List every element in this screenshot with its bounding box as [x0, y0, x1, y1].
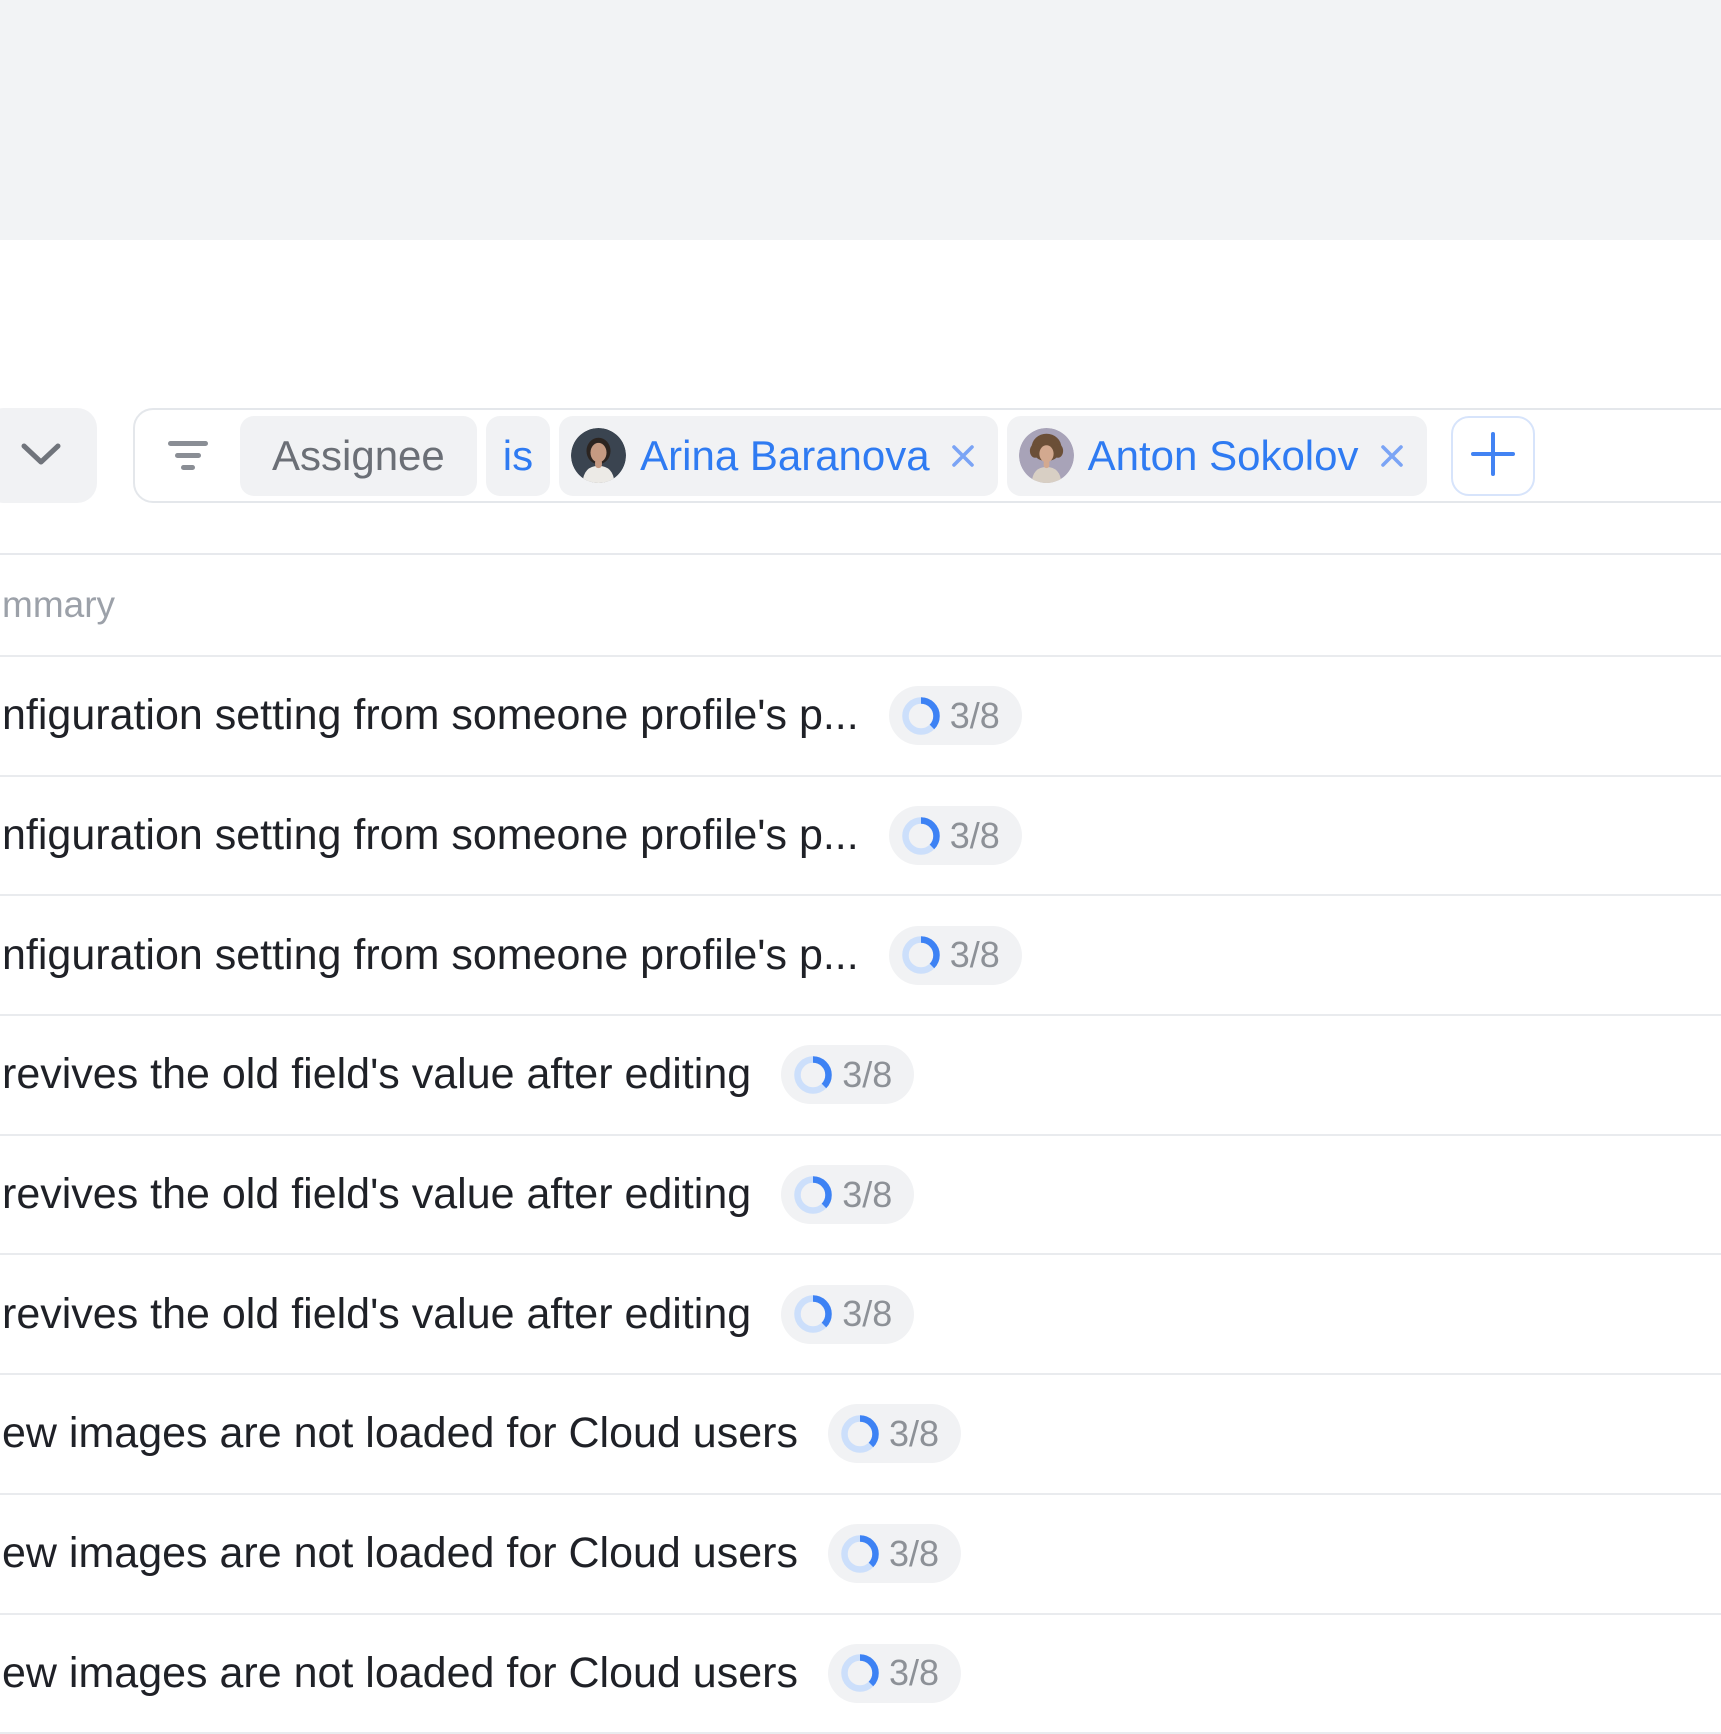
issue-summary: revives the old field's value after edit…	[2, 1050, 751, 1099]
subtasks-progress-badge: 3/8	[828, 1404, 961, 1463]
issue-summary: nfiguration setting from someone profile…	[2, 931, 859, 980]
table-header-summary-column[interactable]: mmary	[0, 555, 1721, 657]
collapse-filters-button[interactable]	[0, 408, 97, 503]
summary-column-label: mmary	[2, 584, 115, 626]
filter-value-label: Anton Sokolov	[1088, 432, 1359, 480]
issue-row[interactable]: nfiguration setting from someone profile…	[0, 657, 1721, 777]
remove-filter-value-icon[interactable]	[1377, 441, 1407, 471]
issue-summary: nfiguration setting from someone profile…	[2, 811, 859, 860]
progress-ring-icon	[902, 697, 940, 735]
avatar-arina-baranova	[571, 428, 626, 483]
progress-ring-icon	[902, 936, 940, 974]
filter-operator-chip[interactable]: is	[486, 416, 550, 496]
filter-value-label: Arina Baranova	[640, 432, 930, 480]
subtasks-progress-badge: 3/8	[781, 1045, 914, 1104]
avatar-anton-sokolov	[1019, 428, 1074, 483]
filter-value-chip-arina-baranova[interactable]: Arina Baranova	[559, 416, 998, 496]
add-filter-button[interactable]	[1451, 416, 1535, 496]
filter-field-chip-assignee[interactable]: Assignee	[240, 416, 477, 496]
issue-summary: revives the old field's value after edit…	[2, 1290, 751, 1339]
progress-label: 3/8	[950, 695, 1000, 737]
subtasks-progress-badge: 3/8	[889, 926, 1022, 985]
progress-label: 3/8	[889, 1533, 939, 1575]
subtasks-progress-badge: 3/8	[781, 1285, 914, 1344]
filter-query-field[interactable]: Assignee is Arina Baranova	[133, 408, 1721, 503]
progress-label: 3/8	[889, 1413, 939, 1455]
filter-lines-icon	[167, 440, 209, 472]
filter-value-chip-anton-sokolov[interactable]: Anton Sokolov	[1007, 416, 1427, 496]
progress-ring-icon	[841, 1535, 879, 1573]
issues-table: mmary nfiguration setting from someone p…	[0, 553, 1721, 1734]
issue-row[interactable]: revives the old field's value after edit…	[0, 1136, 1721, 1256]
issue-summary: nfiguration setting from someone profile…	[2, 691, 859, 740]
filter-operator-label: is	[503, 432, 533, 480]
subtasks-progress-badge: 3/8	[781, 1165, 914, 1224]
progress-label: 3/8	[842, 1293, 892, 1335]
chevron-down-icon	[19, 441, 63, 470]
issue-summary: ew images are not loaded for Cloud users	[2, 1649, 798, 1698]
progress-label: 3/8	[950, 815, 1000, 857]
issue-summary: ew images are not loaded for Cloud users	[2, 1529, 798, 1578]
progress-ring-icon	[841, 1415, 879, 1453]
subtasks-progress-badge: 3/8	[828, 1524, 961, 1583]
issue-row[interactable]: nfiguration setting from someone profile…	[0, 777, 1721, 897]
progress-ring-icon	[794, 1295, 832, 1333]
top-band	[0, 0, 1721, 240]
remove-filter-value-icon[interactable]	[948, 441, 978, 471]
subtasks-progress-badge: 3/8	[889, 686, 1022, 745]
progress-label: 3/8	[842, 1054, 892, 1096]
progress-label: 3/8	[842, 1174, 892, 1216]
issue-summary: ew images are not loaded for Cloud users	[2, 1409, 798, 1458]
plus-icon	[1470, 431, 1516, 480]
progress-ring-icon	[794, 1056, 832, 1094]
issue-row[interactable]: ew images are not loaded for Cloud users…	[0, 1375, 1721, 1495]
progress-ring-icon	[902, 817, 940, 855]
issue-row[interactable]: revives the old field's value after edit…	[0, 1255, 1721, 1375]
subtasks-progress-badge: 3/8	[828, 1644, 961, 1703]
issue-row[interactable]: nfiguration setting from someone profile…	[0, 896, 1721, 1016]
issue-row[interactable]: ew images are not loaded for Cloud users…	[0, 1495, 1721, 1615]
subtasks-progress-badge: 3/8	[889, 806, 1022, 865]
progress-ring-icon	[794, 1176, 832, 1214]
progress-ring-icon	[841, 1654, 879, 1692]
issue-row[interactable]: revives the old field's value after edit…	[0, 1016, 1721, 1136]
issue-summary: revives the old field's value after edit…	[2, 1170, 751, 1219]
filter-field-label: Assignee	[272, 432, 445, 480]
issue-row[interactable]: ew images are not loaded for Cloud users…	[0, 1615, 1721, 1734]
progress-label: 3/8	[950, 934, 1000, 976]
progress-label: 3/8	[889, 1652, 939, 1694]
filter-bar: Assignee is Arina Baranova	[0, 408, 1721, 503]
